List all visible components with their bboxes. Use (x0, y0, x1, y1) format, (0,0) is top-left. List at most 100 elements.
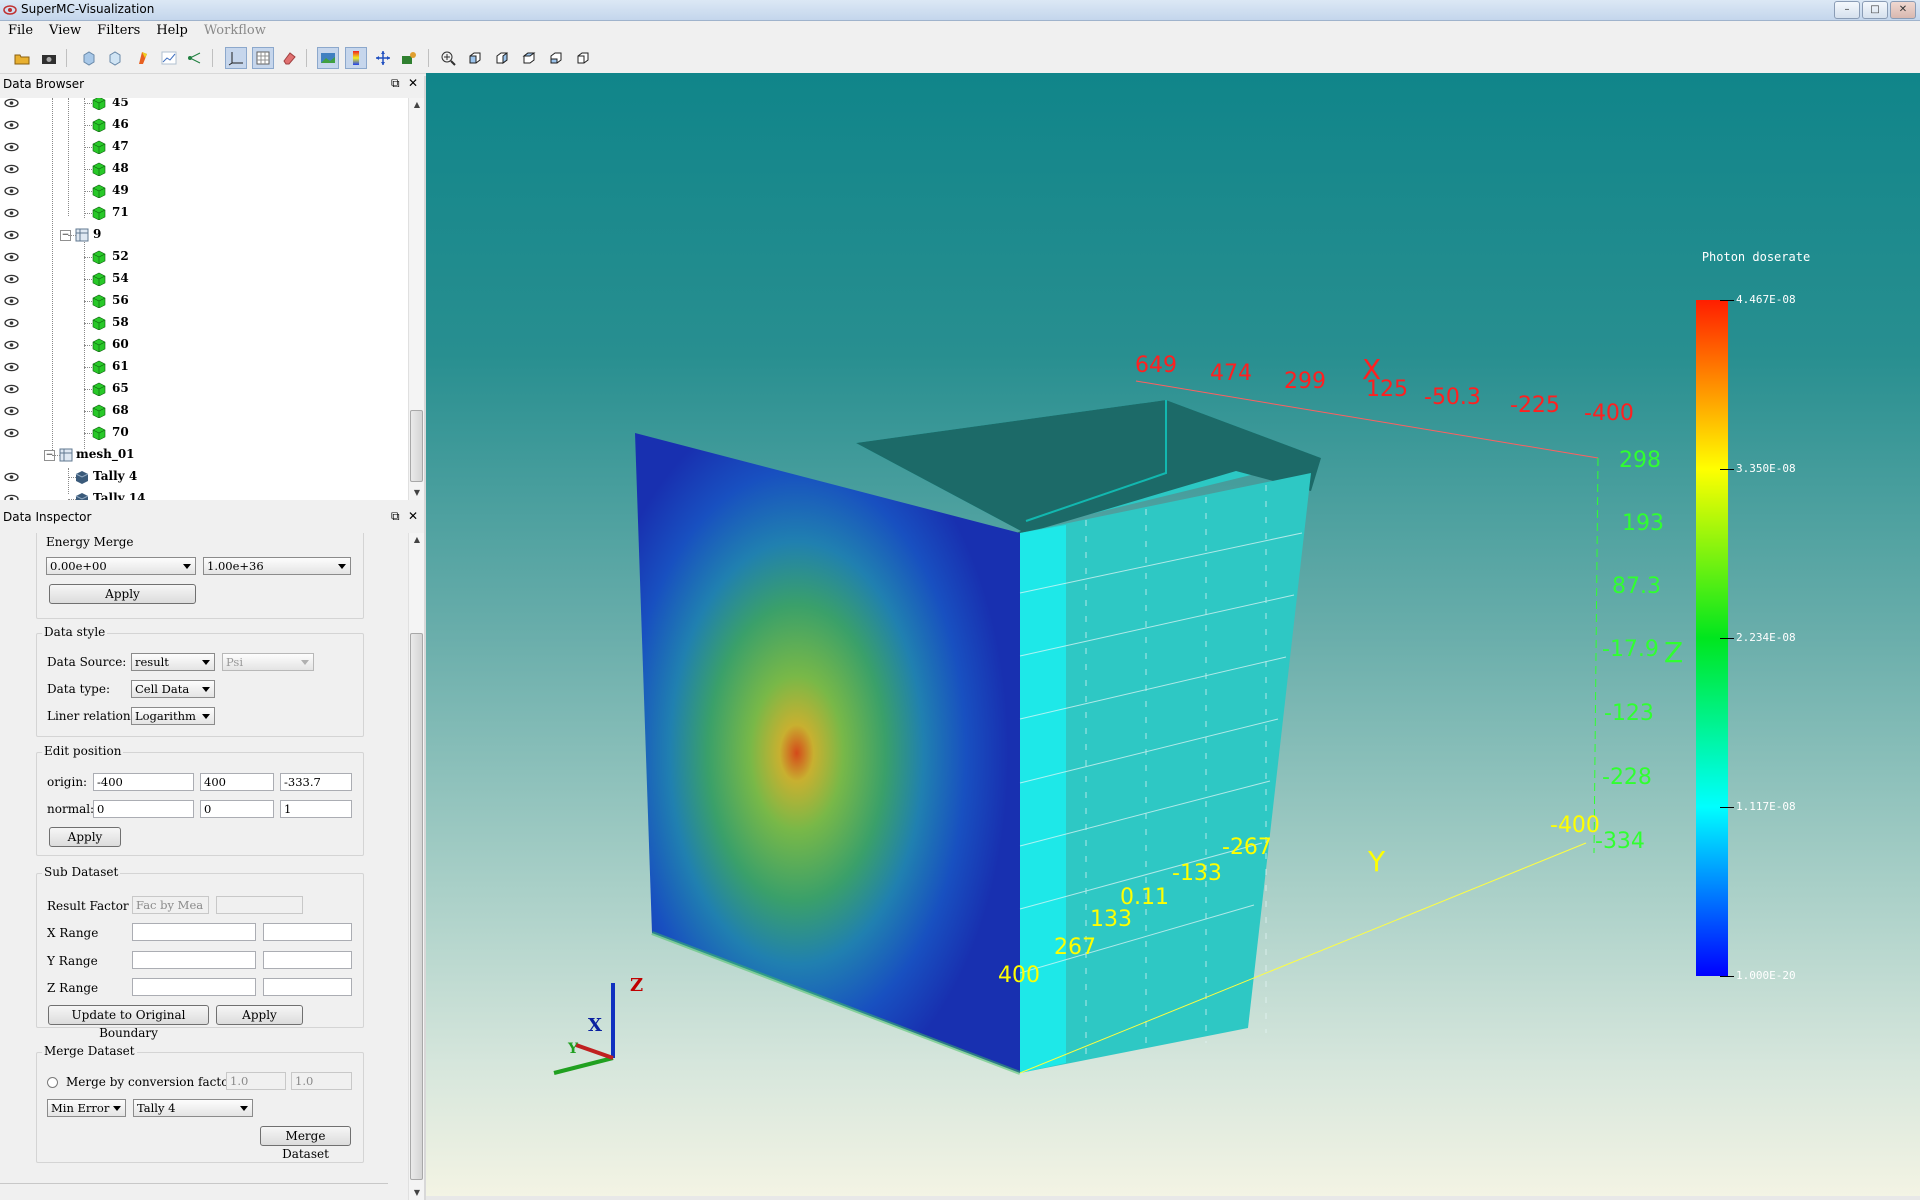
visibility-eye-icon[interactable] (4, 339, 19, 350)
result-factor-input[interactable]: Fac by Mea (132, 896, 209, 914)
position-apply-button[interactable]: Apply (49, 827, 121, 847)
move-icon[interactable] (372, 47, 394, 69)
tree-item[interactable]: 58 (0, 312, 408, 334)
view-pos-x-icon[interactable] (464, 47, 486, 69)
menu-file[interactable]: File (0, 21, 41, 38)
float-panel-icon[interactable]: ⧉ (391, 509, 400, 524)
tree-item[interactable]: 56 (0, 290, 408, 312)
sub-dataset-apply-button[interactable]: Apply (216, 1005, 303, 1025)
y-range-max-input[interactable] (263, 951, 352, 969)
origin-z-input[interactable]: -333.7 (280, 773, 352, 791)
view-pos-z-icon[interactable] (572, 47, 594, 69)
line-chart-icon[interactable] (158, 47, 180, 69)
visibility-eye-icon[interactable] (4, 163, 19, 174)
visibility-eye-icon[interactable] (4, 427, 19, 438)
palette-icon[interactable] (132, 47, 154, 69)
view-neg-x-icon[interactable] (491, 47, 513, 69)
x-range-min-input[interactable] (132, 923, 256, 941)
share-icon[interactable] (184, 47, 206, 69)
color-bar-icon[interactable] (345, 47, 367, 69)
tree-item[interactable]: 54 (0, 268, 408, 290)
tree-scrollbar[interactable]: ▲ ▼ (408, 98, 425, 500)
close-window-button[interactable]: ✕ (1890, 1, 1916, 19)
cube-solid-icon[interactable] (78, 47, 100, 69)
tree-item[interactable]: 52 (0, 246, 408, 268)
conversion-factor-1-input[interactable]: 1.0 (226, 1072, 286, 1090)
menu-workflow[interactable]: Workflow (196, 21, 274, 38)
menu-view[interactable]: View (41, 21, 89, 38)
visibility-eye-icon[interactable] (4, 119, 19, 130)
tree-item[interactable]: Tally 14 (0, 488, 408, 500)
tree-item[interactable]: 70 (0, 422, 408, 444)
visibility-eye-icon[interactable] (4, 471, 19, 482)
origin-y-input[interactable]: 400 (200, 773, 274, 791)
tree-item[interactable]: 49 (0, 180, 408, 202)
visibility-eye-icon[interactable] (4, 229, 19, 240)
energy-apply-button[interactable]: Apply (49, 584, 196, 604)
merge-tally-select[interactable]: Tally 4 (133, 1099, 253, 1117)
close-panel-icon[interactable]: ✕ (408, 509, 418, 523)
data-type-select[interactable]: Cell Data (131, 680, 215, 698)
tree-item[interactable]: 47 (0, 136, 408, 158)
data-source-select[interactable]: result (131, 653, 215, 671)
energy-min-select[interactable]: 0.00e+00 (46, 557, 196, 575)
menu-filters[interactable]: Filters (89, 21, 148, 38)
minimize-button[interactable]: – (1834, 1, 1860, 19)
tree-item[interactable]: 46 (0, 114, 408, 136)
normal-y-input[interactable]: 0 (200, 800, 274, 818)
liner-relation-select[interactable]: Logarithm (131, 707, 215, 725)
z-range-min-input[interactable] (132, 978, 256, 996)
inspector-scrollbar[interactable]: ▲ ▼ (408, 533, 425, 1200)
grid-table-icon[interactable] (252, 47, 274, 69)
tree-item[interactable]: 60 (0, 334, 408, 356)
tree-item[interactable]: 61 (0, 356, 408, 378)
image-icon[interactable] (317, 47, 339, 69)
visibility-eye-icon[interactable] (4, 98, 19, 108)
screenshot-icon[interactable] (38, 47, 60, 69)
merge-dataset-button[interactable]: Merge Dataset (260, 1126, 351, 1161)
visibility-eye-icon[interactable] (4, 141, 19, 152)
z-range-max-input[interactable] (263, 978, 352, 996)
maximize-button[interactable]: □ (1862, 1, 1888, 19)
render-viewport[interactable]: 649 474 299 125 -50.3 -225 -400 X 298 193 87.3 -17.… (426, 73, 1920, 1200)
normal-x-input[interactable]: 0 (93, 800, 194, 818)
visibility-eye-icon[interactable] (4, 251, 19, 262)
tree-item[interactable]: 45 (0, 98, 408, 114)
cube-wire-icon[interactable] (104, 47, 126, 69)
view-pos-y-icon[interactable] (518, 47, 540, 69)
float-panel-icon[interactable]: ⧉ (391, 76, 400, 91)
visibility-eye-icon[interactable] (4, 383, 19, 394)
merge-mode-select[interactable]: Min Error (47, 1099, 126, 1117)
visibility-eye-icon[interactable] (4, 273, 19, 284)
visibility-eye-icon[interactable] (4, 317, 19, 328)
update-boundary-button[interactable]: Update to Original Boundary (48, 1005, 209, 1040)
result-factor-value-input[interactable] (216, 896, 303, 914)
tree-item[interactable]: 48 (0, 158, 408, 180)
normal-z-input[interactable]: 1 (280, 800, 352, 818)
tree-item[interactable]: −9 (0, 224, 408, 246)
eraser-icon[interactable] (278, 47, 300, 69)
camera-icon[interactable] (398, 47, 420, 69)
tree-item[interactable]: Tally 4 (0, 466, 408, 488)
menu-help[interactable]: Help (148, 21, 196, 38)
zoom-fit-icon[interactable] (437, 47, 459, 69)
visibility-eye-icon[interactable] (4, 405, 19, 416)
close-panel-icon[interactable]: ✕ (408, 76, 418, 90)
tree-item[interactable]: 68 (0, 400, 408, 422)
visibility-eye-icon[interactable] (4, 207, 19, 218)
x-range-max-input[interactable] (263, 923, 352, 941)
visibility-eye-icon[interactable] (4, 295, 19, 306)
tree-item[interactable]: − mesh_01 (0, 444, 408, 466)
conversion-factor-2-input[interactable]: 1.0 (291, 1072, 352, 1090)
view-neg-y-icon[interactable] (545, 47, 567, 69)
visibility-eye-icon[interactable] (4, 185, 19, 196)
y-range-min-input[interactable] (132, 951, 256, 969)
energy-max-select[interactable]: 1.00e+36 (203, 557, 351, 575)
visibility-eye-icon[interactable] (4, 361, 19, 372)
visibility-eye-icon[interactable] (4, 493, 19, 500)
tree-item[interactable]: 71 (0, 202, 408, 224)
data-component-select[interactable]: Psi (222, 653, 314, 671)
origin-x-input[interactable]: -400 (93, 773, 194, 791)
merge-radio[interactable] (47, 1077, 58, 1088)
axes-icon[interactable] (225, 47, 247, 69)
